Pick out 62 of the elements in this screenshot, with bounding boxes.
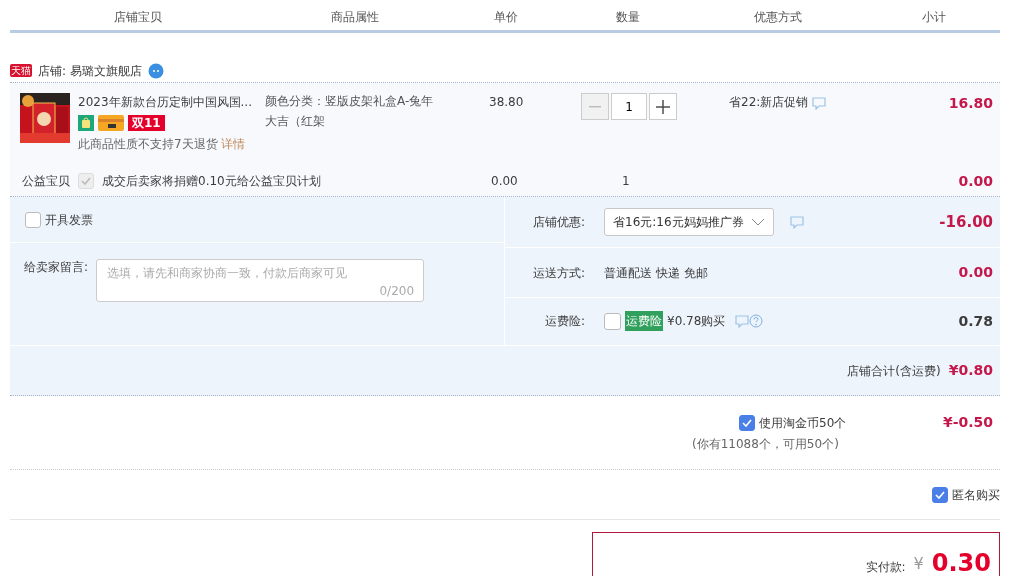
coins-amount: ¥-0.50 — [942, 413, 994, 432]
insurance-amount: 0.78 — [958, 311, 994, 331]
insurance-tag: 运费险 — [625, 311, 663, 331]
promo-badge: 双11 — [128, 115, 165, 131]
anonymous-label: 匿名购买 — [952, 486, 1000, 504]
column-header: 小计 — [921, 9, 947, 26]
column-header: 单价 — [493, 9, 519, 26]
shop-total-amount: ¥0.80 — [948, 361, 994, 380]
currency-symbol: ¥ — [913, 553, 924, 575]
field-label: 店铺优惠: — [531, 214, 585, 231]
plus-icon — [656, 99, 670, 114]
store-badge: 天猫 — [10, 64, 32, 77]
unit-price: 38.80 — [488, 94, 525, 111]
promotion-text: 省22:新店促销 — [729, 94, 809, 111]
coupon-dropdown[interactable]: 省16元:16元妈妈推广券 — [604, 208, 774, 236]
checkbox[interactable] — [739, 414, 755, 431]
field-label: 运送方式: — [531, 264, 585, 282]
plus-button[interactable] — [649, 93, 677, 120]
shopping-bag-icon — [78, 115, 94, 131]
chat-bubble-icon[interactable] — [147, 62, 164, 79]
product-attribute: 颜色分类：竖版皮架礼盒A-兔年大吉（红架 — [265, 93, 435, 130]
card-icon — [98, 115, 124, 131]
column-header: 优惠方式 — [753, 9, 803, 26]
subtotal: 16.80 — [947, 94, 994, 113]
unit-price: 0.00 — [490, 173, 519, 190]
subtotal: 0.00 — [957, 171, 994, 191]
product-title[interactable]: 2023年新款台历定制中国风国... — [78, 93, 252, 111]
field-label: 运费险: — [543, 313, 585, 330]
discount-amount: -16.00 — [939, 211, 994, 233]
minus-button[interactable] — [581, 93, 609, 120]
charity-label: 公益宝贝 — [22, 173, 70, 190]
store-name[interactable]: 店铺: 易璐文旗舰店 — [38, 61, 142, 80]
check-icon — [81, 177, 91, 185]
insurance-price: ¥0.78购买 — [667, 313, 726, 330]
payment-label: 实付款: — [865, 559, 906, 576]
chat-icon[interactable] — [735, 314, 750, 328]
return-note: 此商品性质不支持7天退货 详情 — [78, 136, 247, 153]
shipping-amount: 0.00 — [958, 263, 994, 282]
caret-icon — [751, 217, 765, 227]
check-icon — [935, 490, 945, 499]
coins-label: 使用淘金币50个 — [759, 414, 847, 432]
quantity-field[interactable]: 1 — [611, 93, 647, 120]
charity-text: 成交后卖家将捐赠0.10元给公益宝贝计划 — [102, 173, 321, 190]
column-header: 数量 — [614, 9, 641, 26]
payment-amount: 0.30 — [931, 550, 991, 576]
character-counter: 0/200 — [379, 283, 415, 300]
chat-icon[interactable] — [812, 96, 827, 110]
shop-total-label: 店铺合计(含运费) — [847, 362, 941, 380]
invoice-label: 开具发票 — [45, 211, 93, 229]
message-label: 给卖家留言: — [24, 259, 89, 276]
check-icon — [742, 418, 752, 427]
checkbox[interactable] — [25, 211, 41, 228]
chat-icon[interactable] — [790, 215, 804, 229]
column-header: 商品属性 — [330, 9, 380, 26]
checkbox[interactable] — [604, 312, 621, 330]
shipping-method: 普通配送 快递 免邮 — [604, 264, 708, 282]
column-header: 店铺宝贝 — [112, 9, 163, 26]
coins-note: (你有11088个，可用50个) — [692, 436, 840, 453]
minus-icon — [589, 105, 601, 108]
help-icon[interactable] — [749, 314, 764, 328]
checkbox[interactable] — [932, 486, 948, 503]
quantity-text: 1 — [621, 173, 631, 190]
